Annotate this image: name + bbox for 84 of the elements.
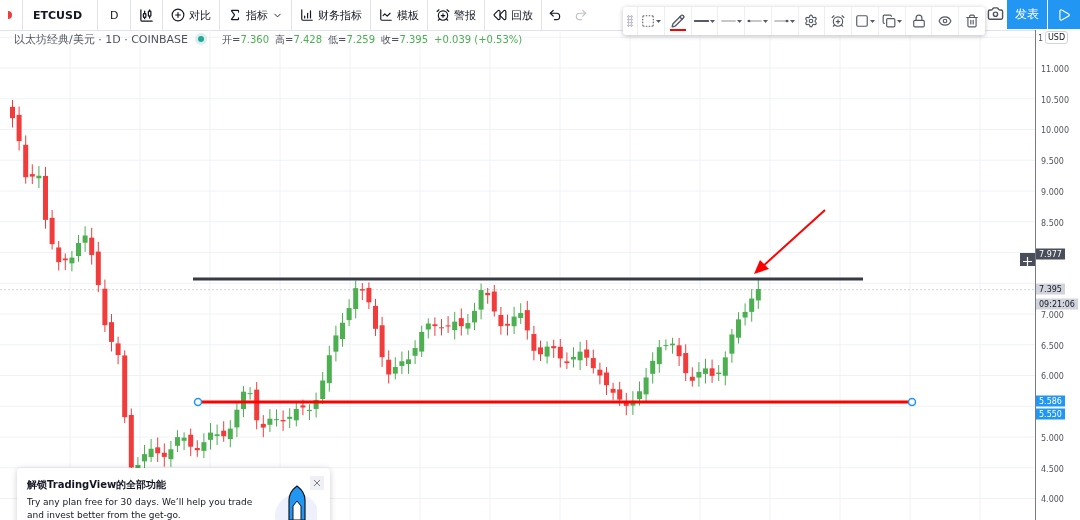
alert-button[interactable]: 警报 [428, 0, 486, 30]
line-dot-icon [774, 17, 790, 25]
area-tool[interactable] [637, 7, 664, 35]
caret-icon [896, 19, 902, 23]
trash-icon [965, 14, 980, 28]
close-button[interactable] [310, 476, 324, 490]
price-tick: 7.000 [1041, 310, 1064, 320]
ohlc-value: 7.395 [399, 34, 429, 45]
price-tick: 10.000 [1041, 125, 1069, 135]
status-dot [195, 33, 207, 45]
price-tick: 9.500 [1041, 156, 1064, 166]
undo-icon [548, 8, 563, 22]
ohlc-value: 7.428 [293, 34, 323, 45]
thick-line-icon [693, 17, 709, 25]
close-icon [313, 479, 321, 487]
ohlc-label: 低= [328, 32, 347, 47]
price-change: +0.039 (+0.53%) [434, 34, 523, 45]
caret-icon [709, 19, 715, 23]
line-icon [720, 17, 736, 25]
square-icon [855, 14, 869, 28]
dot-line-icon [747, 17, 763, 25]
copy-icon [881, 14, 896, 28]
price-tag: 09:21:06 [1036, 298, 1078, 310]
price-tag: 5.550 [1036, 408, 1065, 420]
selection-icon [640, 14, 655, 28]
fill-tool[interactable] [851, 7, 878, 35]
price-tag: 7.977 [1036, 248, 1065, 260]
interval-button[interactable]: D [98, 0, 132, 30]
price-tick: 1 [1038, 33, 1044, 43]
promo-text: Try any plan free for 30 days. We’ll help you trade and invest better from the get-go. [27, 496, 254, 520]
price-tick: 8.500 [1041, 218, 1064, 227]
caret-icon [655, 19, 661, 23]
plus-button[interactable] [1020, 253, 1035, 266]
price-tick: 11.000 [1041, 64, 1069, 74]
price-tick: 5.000 [1041, 433, 1064, 443]
caret-icon [870, 19, 875, 23]
settings-icon [804, 14, 819, 28]
plus-circle-icon [171, 8, 186, 22]
symbol-name[interactable]: ETCUSD [33, 8, 87, 22]
currency-label[interactable]: USD [1045, 31, 1069, 44]
ohlc-label: 开= [222, 32, 241, 47]
templates-button[interactable]: 模板 [371, 0, 429, 30]
pencil-icon [670, 14, 685, 28]
caret-icon [736, 19, 742, 23]
price-tick: 4.500 [1041, 464, 1064, 473]
price-tag: 5.586 [1036, 395, 1065, 407]
line-chart-icon [379, 8, 394, 22]
financials-button[interactable]: 财务指标 [292, 0, 372, 30]
caret-icon [790, 19, 796, 23]
camera-button[interactable] [985, 5, 1006, 22]
width-tool[interactable] [690, 7, 718, 35]
ohlc-value: 7.360 [240, 34, 269, 45]
indicators-button[interactable]: 指标 [220, 0, 293, 30]
horizontal-line[interactable] [193, 397, 917, 407]
caret-icon [763, 19, 769, 23]
price-tick: 6.500 [1041, 341, 1064, 350]
horizontal-line[interactable] [193, 277, 863, 281]
replay-button[interactable]: 回放 [485, 0, 543, 30]
price-tick: 10.500 [1041, 95, 1069, 104]
rewind-icon [493, 8, 508, 22]
bar-chart-icon [300, 8, 315, 22]
ohlc-label: 收= [381, 32, 400, 47]
clone-tool[interactable] [877, 7, 905, 35]
ohlc-value: 7.259 [346, 34, 376, 45]
price-tick: 9.000 [1041, 187, 1064, 197]
color-underline [669, 29, 686, 31]
play-icon [1057, 7, 1071, 22]
camera-icon [987, 5, 1004, 22]
alarm-clock-icon [436, 8, 451, 22]
compare-button[interactable]: 对比 [163, 0, 221, 30]
price-tag: 7.395 [1036, 283, 1065, 295]
ohlc-label: 高= [275, 32, 294, 47]
eye-icon [938, 14, 953, 28]
price-tick: 4.000 [1041, 494, 1064, 504]
promo-title: 解锁TradingView的全部功能 [27, 478, 168, 492]
redo-icon [574, 8, 589, 22]
candlestick-icon [139, 7, 155, 23]
logo-icon [8, 10, 14, 20]
lock-icon [911, 14, 926, 28]
price-tick: 6.000 [1041, 371, 1064, 381]
symbol-description: 以太坊经典/美元 · 1D · COINBASE [14, 32, 188, 47]
drag-handle[interactable] [627, 15, 633, 27]
alarm-clock-icon [831, 14, 846, 28]
plus-icon [1020, 255, 1035, 268]
